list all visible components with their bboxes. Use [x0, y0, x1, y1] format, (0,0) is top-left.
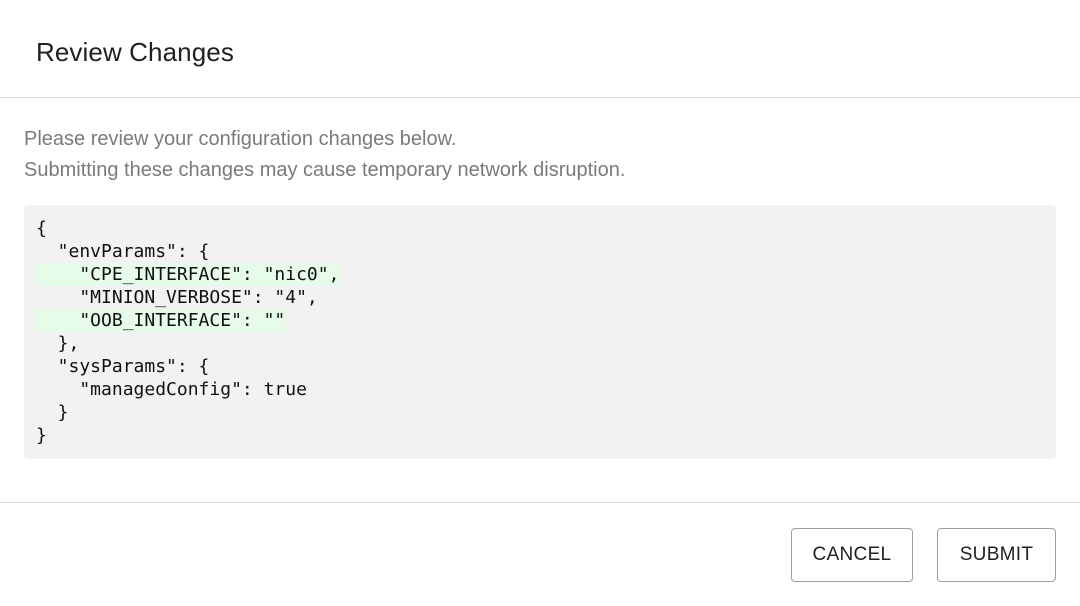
- submit-button[interactable]: SUBMIT: [937, 528, 1056, 582]
- description-line: Please review your configuration changes…: [24, 128, 457, 150]
- code-line: }: [24, 401, 1056, 424]
- code-line-added: "CPE_INTERFACE": "nic0",: [24, 263, 1056, 286]
- code-line-added: "OOB_INTERFACE": "": [24, 309, 1056, 332]
- dialog-footer: CANCEL SUBMIT: [0, 502, 1080, 606]
- code-line-text: }: [36, 402, 69, 423]
- code-line: },: [24, 332, 1056, 355]
- warning-line: Submitting these changes may cause tempo…: [24, 159, 626, 181]
- code-line-text: "envParams": {: [36, 241, 210, 262]
- code-line-text: "CPE_INTERFACE": "nic0",: [36, 263, 340, 286]
- dialog-body: Please review your configuration changes…: [0, 99, 1080, 502]
- code-line-text: }: [36, 425, 47, 446]
- code-line: "envParams": {: [24, 240, 1056, 263]
- code-line: "sysParams": {: [24, 355, 1056, 378]
- code-line-text: "managedConfig": true: [36, 379, 307, 400]
- dialog-title: Review Changes: [36, 37, 234, 67]
- code-line: "managedConfig": true: [24, 378, 1056, 401]
- code-line: }: [24, 424, 1056, 447]
- code-line: {: [24, 217, 1056, 240]
- code-line: "MINION_VERBOSE": "4",: [24, 286, 1056, 309]
- code-line-text: "MINION_VERBOSE": "4",: [36, 287, 318, 308]
- code-line-text: "OOB_INTERFACE": "": [36, 309, 286, 332]
- dialog-header: Review Changes: [0, 0, 1080, 98]
- cancel-button[interactable]: CANCEL: [791, 528, 913, 582]
- code-line-text: },: [36, 333, 80, 354]
- config-diff-code-block: { "envParams": { "CPE_INTERFACE": "nic0"…: [24, 205, 1056, 459]
- review-changes-dialog: Review Changes Please review your config…: [0, 0, 1080, 606]
- code-line-text: {: [36, 218, 47, 239]
- code-line-text: "sysParams": {: [36, 356, 210, 377]
